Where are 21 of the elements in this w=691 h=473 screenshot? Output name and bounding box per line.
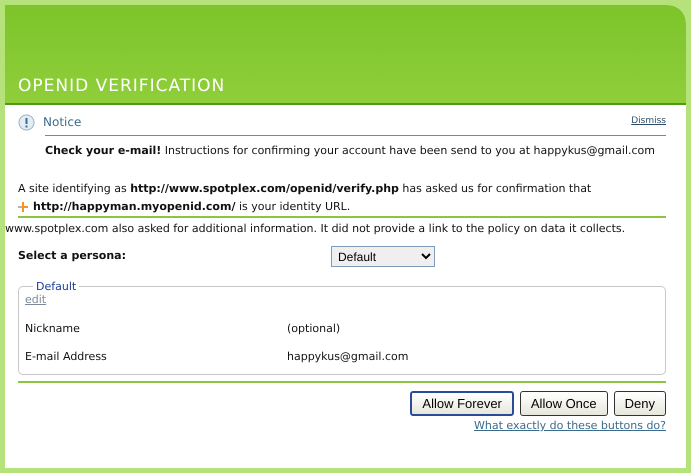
persona-select[interactable]: Default [331, 246, 435, 267]
openid-icon [18, 200, 29, 212]
field-value: happykus@gmail.com [287, 349, 408, 365]
notice-message: Check your e-mail! Instructions for confirming your account have been send to you at happykus@gmail.com [44, 143, 656, 159]
notice-heading: Notice [43, 114, 82, 131]
info-icon [18, 114, 35, 130]
page-title: OPENID VERIFICATION [18, 76, 226, 96]
edit-link[interactable]: edit [25, 293, 46, 306]
action-button[interactable]: Allow Once [520, 390, 608, 416]
request-text: A site identifying as http://www.spotplex.com/openid/verify.php has asked us for confirmation that [18, 180, 592, 196]
dismiss-link[interactable]: Dismiss [631, 115, 666, 129]
additional-info-text: www.spotplex.com also asked for additional information. It did not provide a link to the policy on data it collects. [5, 220, 626, 236]
request-text: http://happyman.myopenid.com/ is your identity URL. [33, 198, 350, 214]
persona-label: Select a persona: [18, 248, 127, 264]
fieldset-legend: Default [33, 281, 80, 292]
field-value: (optional) [287, 320, 340, 336]
help-link[interactable]: What exactly do these buttons do? [474, 418, 666, 434]
action-button[interactable]: Deny [614, 390, 666, 416]
field-label: Nickname [25, 320, 81, 336]
action-button[interactable]: Allow Forever [410, 390, 514, 416]
field-label: E-mail Address [25, 349, 108, 365]
